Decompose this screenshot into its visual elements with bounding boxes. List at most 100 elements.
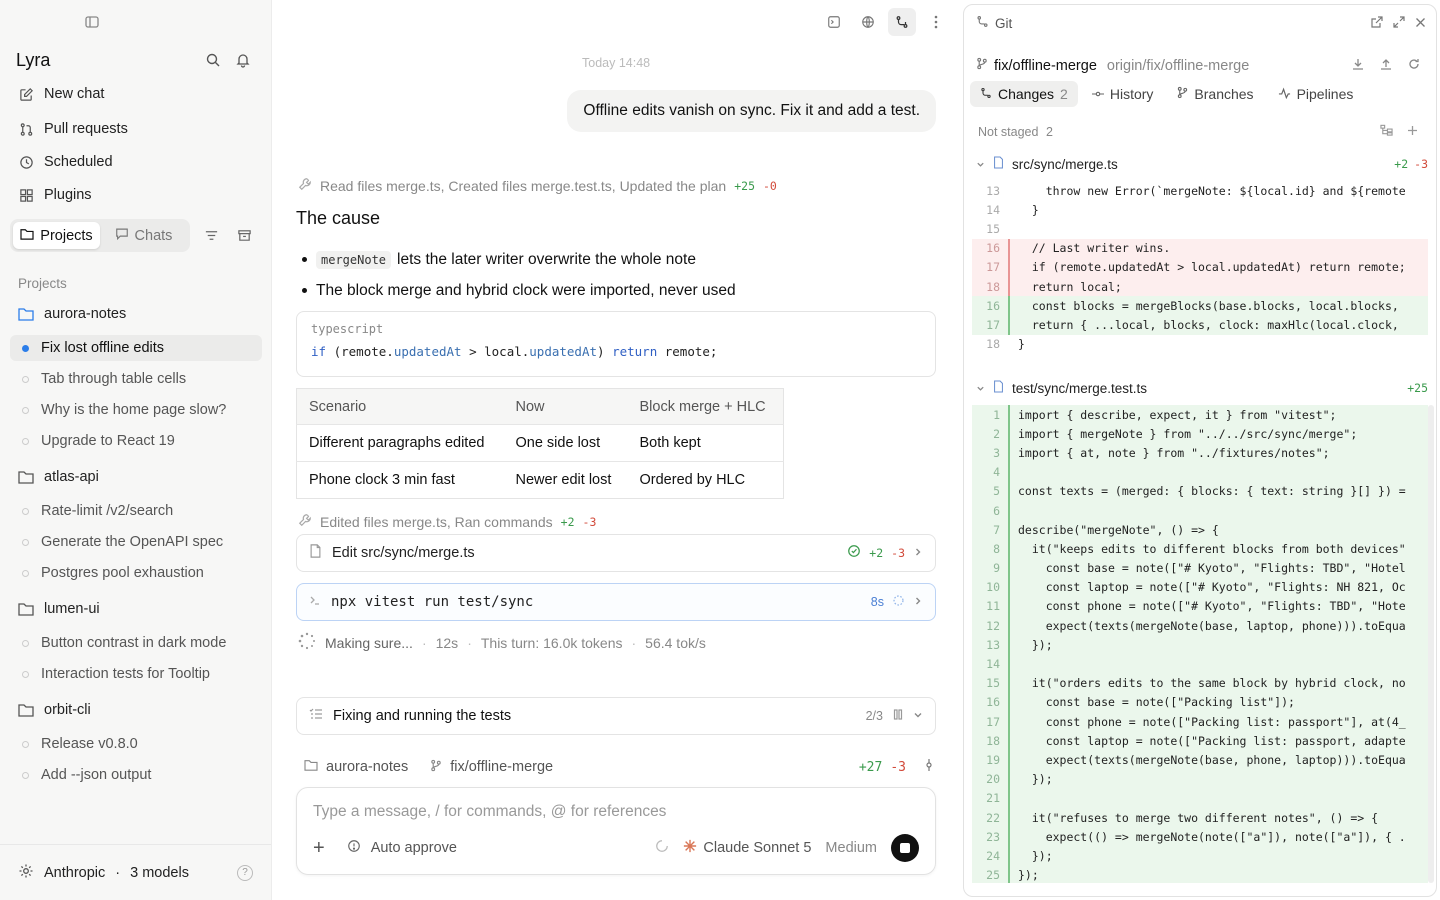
provider-footer[interactable]: Anthropic · 3 models ? [0, 844, 271, 900]
push-icon[interactable] [1380, 57, 1392, 73]
filter-icon[interactable] [204, 228, 219, 246]
thread-item[interactable]: Postgres pool exhaustion [10, 560, 262, 586]
nav-scheduled[interactable]: Scheduled [18, 151, 113, 173]
lines-added: +2 [869, 546, 884, 560]
thread-item[interactable]: Why is the home page slow? [10, 397, 262, 423]
code-text: > local. [461, 344, 530, 359]
search-icon[interactable] [205, 52, 221, 71]
thread-item[interactable]: Fix lost offline edits [10, 335, 262, 361]
table-header: Now [503, 388, 628, 425]
refresh-icon[interactable] [1408, 57, 1420, 73]
chat-panel: Today 14:48 Offline edits vanish on sync… [272, 0, 962, 900]
thread-dot [22, 670, 29, 678]
thread-item[interactable]: Release v0.8.0 [10, 731, 262, 757]
sparkle-icon [683, 839, 697, 857]
diff-file-header[interactable]: test/sync/merge.test.ts +25 [976, 380, 1428, 396]
line-number: 16 [986, 695, 1000, 710]
code-line [1008, 788, 1428, 808]
line-number: 10 [986, 580, 1000, 595]
thread-item[interactable]: Add --json output [10, 762, 262, 788]
auto-approve-toggle[interactable]: Auto approve [371, 840, 457, 856]
pull-icon[interactable] [1352, 57, 1364, 73]
add-attachment-icon[interactable]: + [313, 837, 325, 860]
project-lumen-ui[interactable]: lumen-ui [18, 601, 100, 617]
pause-icon[interactable] [893, 709, 903, 723]
close-icon[interactable] [1415, 15, 1426, 31]
nav-plugins[interactable]: Plugins [18, 184, 92, 206]
globe-icon[interactable] [854, 8, 882, 36]
code-line: it("keeps edits to different blocks from… [1008, 539, 1428, 559]
open-external-icon[interactable] [1371, 15, 1383, 31]
git-panel: Git fix/offline-merge origin/fix/offline… [963, 4, 1437, 897]
commit-icon[interactable] [924, 758, 934, 776]
thread-item[interactable]: Tab through table cells [10, 366, 262, 392]
thread-item[interactable]: Upgrade to React 19 [10, 428, 262, 454]
code-line: const base = note(["Packing list"]); [1008, 692, 1428, 712]
code-line: const base = note(["# Kyoto", "Flights: … [1008, 558, 1428, 578]
thread-item[interactable]: Generate the OpenAPI spec [10, 529, 262, 555]
remote-branch: origin/fix/offline-merge [1106, 57, 1250, 74]
folder-icon [18, 703, 34, 717]
lines-added: +25 [1407, 381, 1428, 395]
tab-projects[interactable]: Projects [13, 222, 100, 249]
nav-new-chat[interactable]: New chat [18, 83, 104, 105]
line-number: 11 [986, 599, 1000, 614]
tab-history[interactable]: History [1082, 81, 1164, 107]
help-icon[interactable]: ? [237, 864, 253, 881]
diff-scrollbar[interactable] [1428, 405, 1434, 883]
bell-icon[interactable] [235, 52, 251, 71]
stage-all-icon[interactable] [1407, 123, 1418, 139]
git-toggle-icon[interactable] [888, 8, 916, 36]
project-aurora-notes[interactable]: aurora-notes [18, 306, 126, 322]
project-atlas-api[interactable]: atlas-api [18, 469, 99, 485]
thread-item[interactable]: Button contrast in dark mode [10, 630, 262, 656]
diff-line: 16 const blocks = mergeBlocks(base.block… [972, 296, 1428, 316]
message-input[interactable]: Type a message, / for commands, @ for re… [313, 803, 666, 821]
activity-summary[interactable]: Read files merge.ts, Created files merge… [298, 177, 777, 194]
context-branch[interactable]: fix/offline-merge [450, 759, 553, 775]
expand-icon[interactable] [1393, 15, 1405, 31]
line-number: 15 [986, 676, 1000, 691]
model-selector[interactable]: Claude Sonnet 5 [683, 839, 811, 857]
tab-branches[interactable]: Branches [1167, 81, 1263, 107]
tree-view-icon[interactable] [1380, 123, 1393, 139]
status-separator: · [467, 634, 472, 651]
message-composer[interactable]: Type a message, / for commands, @ for re… [296, 787, 936, 875]
line-number: 19 [986, 752, 1000, 767]
thread-dot [22, 437, 29, 445]
line-number: 23 [986, 829, 1000, 844]
activity-summary[interactable]: Edited files merge.ts, Ran commands +2 -… [298, 513, 596, 530]
more-icon[interactable] [922, 8, 950, 36]
stop-button[interactable] [891, 834, 919, 862]
tab-changes[interactable]: Changes 2 [970, 81, 1078, 107]
sidebar-toggle-icon[interactable] [84, 14, 100, 30]
code-keyword: return [612, 344, 658, 359]
folder-icon [304, 759, 318, 775]
project-orbit-cli[interactable]: orbit-cli [18, 702, 91, 718]
run-command-card[interactable]: npx vitest run test/sync 8s [296, 583, 936, 621]
list-item-text: The block merge and hybrid clock were im… [316, 281, 736, 299]
chevron-down-icon[interactable] [913, 709, 923, 723]
tab-pipelines[interactable]: Pipelines [1268, 81, 1364, 107]
plan-card[interactable]: Fixing and running the tests 2/3 [296, 697, 936, 735]
provider-separator: · [115, 864, 121, 881]
thread-item[interactable]: Rate-limit /v2/search [10, 498, 262, 524]
nav-pull-requests[interactable]: Pull requests [18, 118, 128, 140]
effort-selector[interactable]: Medium [825, 840, 877, 856]
current-branch[interactable]: fix/offline-merge origin/fix/offline-mer… [976, 57, 1249, 74]
branch-icon [1177, 86, 1188, 102]
edit-file-card[interactable]: Edit src/sync/merge.ts +2 -3 [296, 534, 936, 572]
pulse-icon [1278, 86, 1291, 102]
gear-icon[interactable] [18, 863, 34, 883]
line-number: 18 [986, 733, 1000, 748]
archive-icon[interactable] [237, 228, 252, 246]
code-line [1008, 654, 1428, 674]
tab-chats[interactable]: Chats [100, 222, 187, 249]
branch-icon [976, 57, 988, 74]
diff-line: 3 import { at, note } from "../fixtures/n… [972, 443, 1428, 463]
terminal-icon[interactable] [820, 8, 848, 36]
line-number: 12 [986, 618, 1000, 633]
thread-item[interactable]: Interaction tests for Tooltip [10, 661, 262, 687]
diff-file-header[interactable]: src/sync/merge.ts +2 -3 [976, 156, 1428, 172]
context-project[interactable]: aurora-notes [326, 759, 408, 775]
